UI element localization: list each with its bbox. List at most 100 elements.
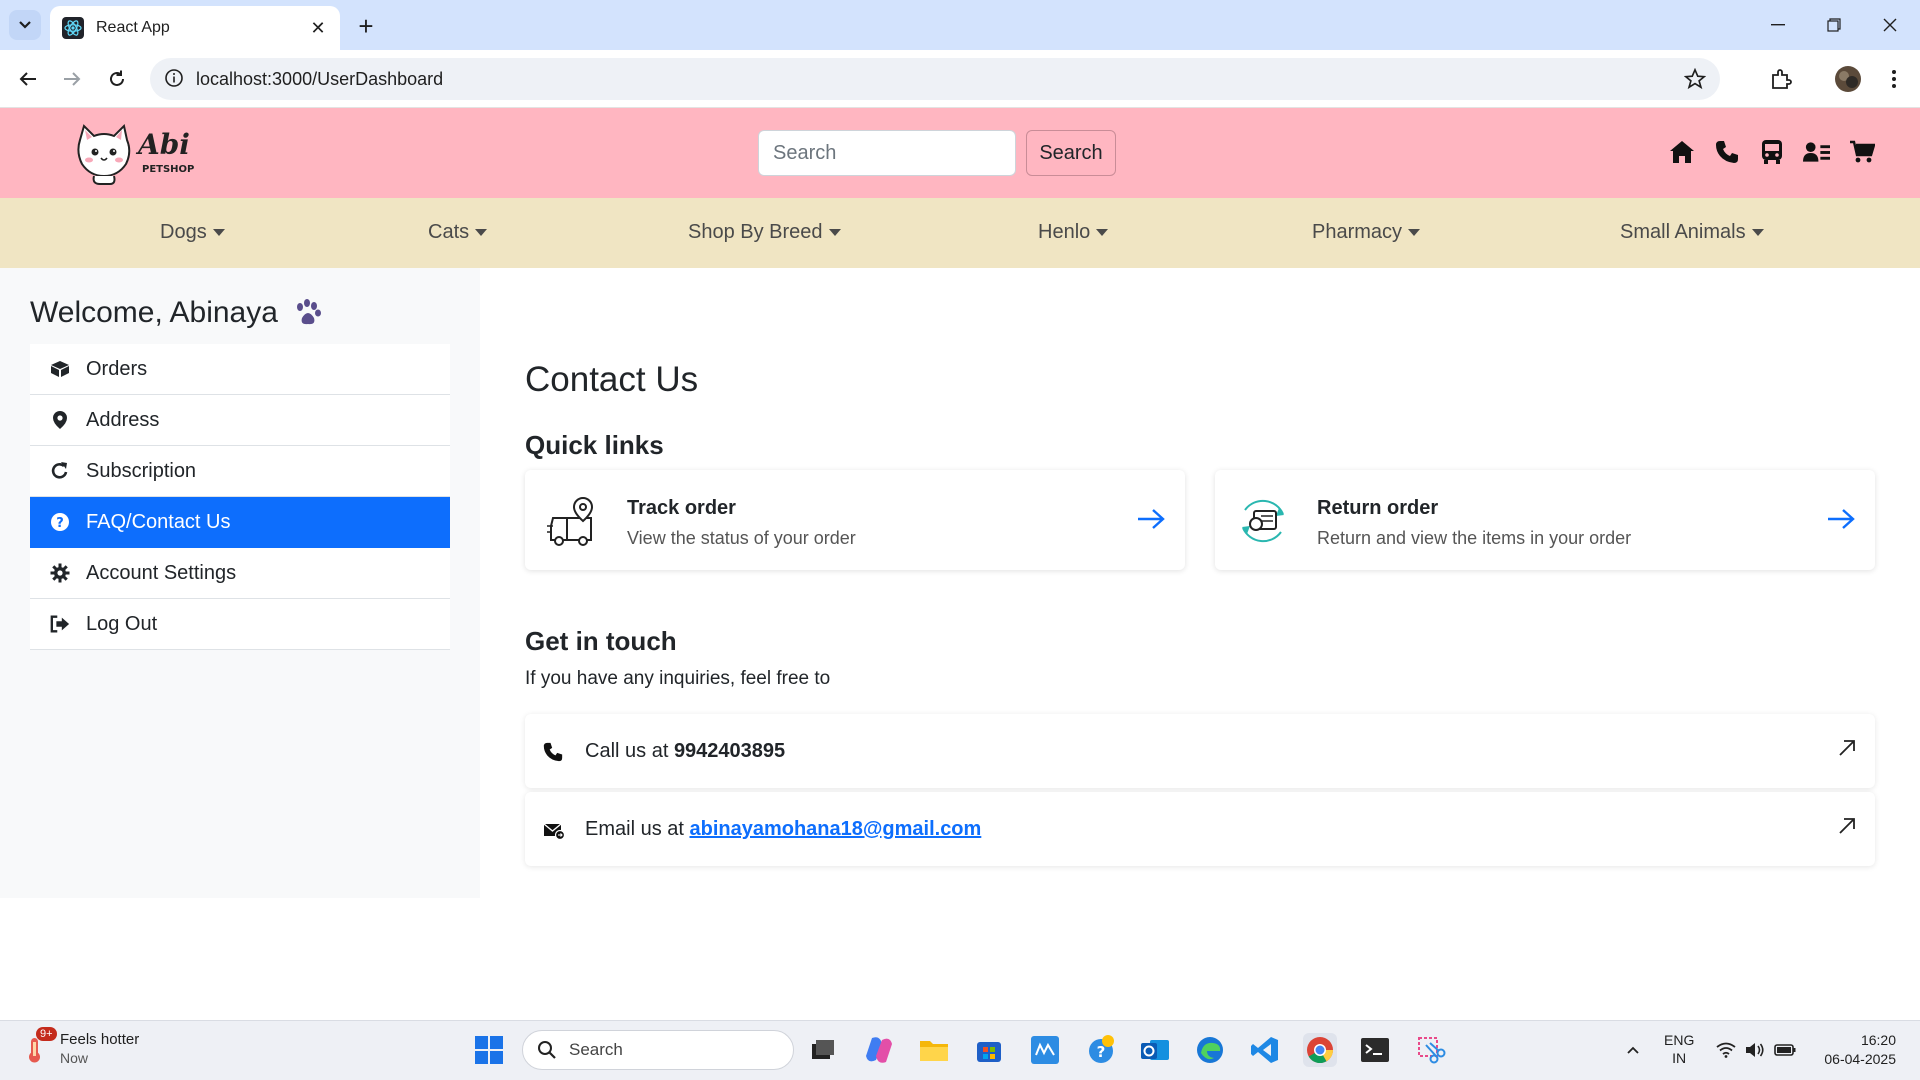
copilot-button[interactable] bbox=[862, 1033, 896, 1067]
browser-tab[interactable]: React App ✕ bbox=[50, 6, 340, 50]
card-title: Return order bbox=[1317, 497, 1439, 519]
nav-small-animals[interactable]: Small Animals bbox=[1620, 221, 1764, 244]
track-order-card[interactable]: Track order View the status of your orde… bbox=[525, 470, 1185, 570]
extensions-button[interactable] bbox=[1765, 63, 1797, 95]
weather-subtitle: Now bbox=[60, 1050, 89, 1066]
chevron-up-icon bbox=[1627, 1046, 1639, 1054]
arrow-right-icon[interactable] bbox=[1137, 508, 1165, 530]
arrow-right-icon bbox=[64, 72, 81, 86]
site-search-input[interactable] bbox=[758, 130, 1016, 176]
return-order-card[interactable]: Return order Return and view the items i… bbox=[1215, 470, 1875, 570]
close-window-button[interactable] bbox=[1870, 10, 1910, 40]
nav-pharmacy[interactable]: Pharmacy bbox=[1312, 221, 1421, 244]
edge-button[interactable] bbox=[1193, 1033, 1227, 1067]
help-app-button[interactable]: ? bbox=[1084, 1033, 1118, 1067]
forward-button[interactable] bbox=[56, 63, 88, 95]
outlook-icon bbox=[1141, 1040, 1169, 1060]
file-explorer-button[interactable] bbox=[917, 1033, 951, 1067]
cart-icon[interactable] bbox=[1848, 138, 1875, 165]
nav-henlo[interactable]: Henlo bbox=[1038, 221, 1109, 244]
external-link-icon[interactable] bbox=[1837, 816, 1857, 836]
terminal-button[interactable] bbox=[1358, 1033, 1392, 1067]
nav-dogs[interactable]: Dogs bbox=[160, 221, 225, 244]
sidebar-item-label: Orders bbox=[86, 357, 148, 380]
weather-widget[interactable]: 9+ Feels hotter Now bbox=[22, 1027, 140, 1067]
nav-cats[interactable]: Cats bbox=[428, 221, 488, 244]
email-us-row[interactable]: Email us at abinayamohana18@gmail.com bbox=[525, 792, 1875, 866]
taskbar-search[interactable]: Search bbox=[522, 1030, 794, 1070]
outlook-button[interactable] bbox=[1138, 1033, 1172, 1067]
restore-button[interactable] bbox=[1814, 10, 1854, 40]
user-list-icon[interactable] bbox=[1803, 138, 1830, 165]
profile-avatar[interactable] bbox=[1832, 63, 1864, 95]
sidebar-item-orders[interactable]: Orders bbox=[30, 344, 450, 395]
language-indicator[interactable]: ENG IN bbox=[1664, 1031, 1694, 1067]
weather-title: Feels hotter bbox=[60, 1031, 140, 1048]
sidebar-item-faq-contact[interactable]: ? FAQ/Contact Us bbox=[30, 497, 450, 548]
bus-icon[interactable] bbox=[1758, 138, 1785, 165]
sidebar-item-account-settings[interactable]: Account Settings bbox=[30, 548, 450, 599]
svg-text:?: ? bbox=[1097, 1043, 1106, 1061]
tab-search-button[interactable] bbox=[9, 10, 41, 40]
snipping-tool-button[interactable] bbox=[1414, 1033, 1448, 1067]
chrome-button[interactable] bbox=[1303, 1033, 1337, 1067]
svg-text:?: ? bbox=[56, 516, 64, 531]
call-us-row[interactable]: Call us at 9942403895 bbox=[525, 714, 1875, 788]
taskbar-clock[interactable]: 16:20 06-04-2025 bbox=[1816, 1031, 1896, 1069]
minimize-icon bbox=[1771, 24, 1785, 26]
arrow-right-icon[interactable] bbox=[1827, 508, 1855, 530]
external-link-icon[interactable] bbox=[1837, 738, 1857, 758]
info-icon[interactable] bbox=[164, 68, 184, 88]
new-tab-button[interactable]: + bbox=[352, 11, 380, 41]
back-button[interactable] bbox=[12, 63, 44, 95]
phone-icon[interactable] bbox=[1713, 138, 1740, 165]
arrow-left-icon bbox=[19, 72, 36, 86]
call-prefix: Call us at bbox=[585, 740, 674, 762]
address-bar[interactable]: localhost:3000/UserDashboard bbox=[150, 58, 1720, 100]
vscode-button[interactable] bbox=[1248, 1033, 1282, 1067]
chrome-icon bbox=[1307, 1037, 1334, 1064]
show-hidden-icons-button[interactable] bbox=[1616, 1033, 1650, 1067]
email-icon bbox=[543, 823, 565, 840]
battery-icon bbox=[1774, 1044, 1796, 1056]
mylio-app-button[interactable] bbox=[1028, 1033, 1062, 1067]
nav-label: Dogs bbox=[160, 221, 207, 243]
sidebar-item-logout[interactable]: Log Out bbox=[30, 599, 450, 650]
close-tab-icon[interactable]: ✕ bbox=[308, 18, 328, 38]
sidebar-item-address[interactable]: Address bbox=[30, 395, 450, 446]
reload-button[interactable] bbox=[101, 63, 133, 95]
sidebar-item-label: Account Settings bbox=[86, 561, 237, 584]
lang-code: ENG bbox=[1664, 1032, 1695, 1048]
email-link[interactable]: abinayamohana18@gmail.com bbox=[689, 818, 981, 840]
home-icon[interactable] bbox=[1668, 138, 1695, 165]
snipping-tool-icon bbox=[1418, 1037, 1446, 1064]
task-view-button[interactable] bbox=[806, 1033, 840, 1067]
edge-icon bbox=[1197, 1037, 1223, 1063]
star-icon[interactable] bbox=[1684, 68, 1706, 90]
site-search-button[interactable]: Search bbox=[1026, 130, 1116, 176]
volume-icon bbox=[1746, 1043, 1764, 1057]
card-subtitle: View the status of your order bbox=[627, 528, 856, 548]
more-vertical-icon bbox=[1892, 70, 1896, 88]
clock-time: 16:20 bbox=[1860, 1032, 1896, 1048]
nav-label: Pharmacy bbox=[1312, 221, 1403, 243]
caret-down-icon bbox=[828, 229, 841, 236]
close-icon bbox=[1883, 18, 1897, 32]
taskbar-search-placeholder: Search bbox=[569, 1040, 623, 1059]
sidebar-item-label: Log Out bbox=[86, 612, 158, 635]
react-icon bbox=[62, 17, 84, 39]
store-button[interactable] bbox=[972, 1033, 1006, 1067]
browser-menu-button[interactable] bbox=[1878, 63, 1910, 95]
system-tray-status[interactable] bbox=[1716, 1033, 1796, 1067]
delivery-truck-icon bbox=[547, 496, 594, 546]
nav-shop-by-breed[interactable]: Shop By Breed bbox=[688, 221, 841, 244]
vscode-icon bbox=[1251, 1037, 1278, 1063]
weather-badge: 9+ bbox=[36, 1027, 57, 1041]
start-button[interactable] bbox=[472, 1033, 506, 1067]
url-text[interactable]: localhost:3000/UserDashboard bbox=[196, 69, 443, 90]
site-logo[interactable]: Abi PETSHOP bbox=[72, 122, 212, 186]
sidebar-item-subscription[interactable]: Subscription bbox=[30, 446, 450, 497]
refresh-icon bbox=[50, 461, 70, 481]
sidebar-item-label: Subscription bbox=[86, 459, 197, 482]
minimize-button[interactable] bbox=[1758, 10, 1798, 40]
